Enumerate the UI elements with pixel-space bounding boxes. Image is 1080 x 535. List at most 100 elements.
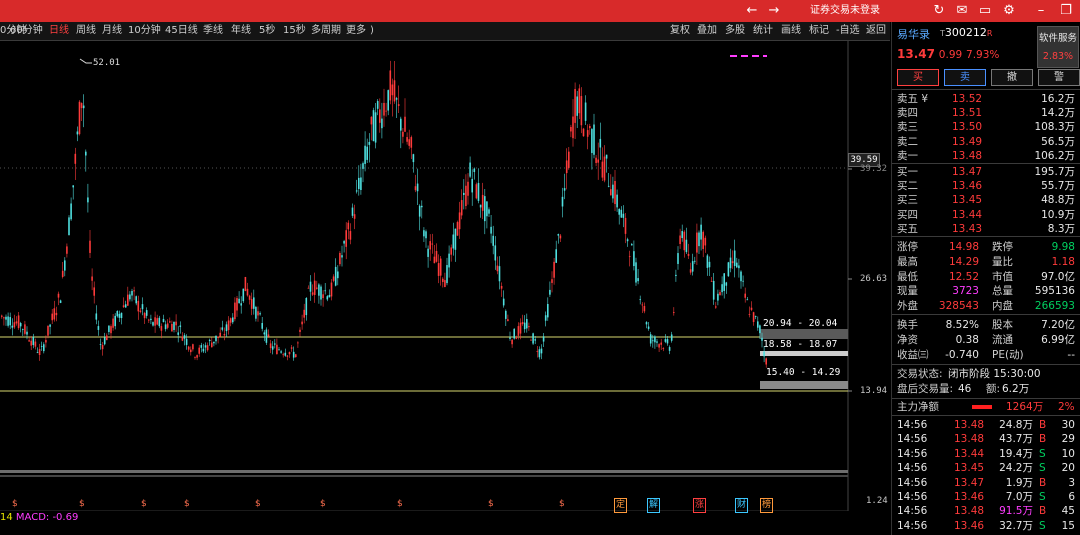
ask-row[interactable]: 卖五 ¥ 13.52 16.2万: [892, 92, 1080, 106]
tool-watchlist[interactable]: -自选: [836, 22, 860, 40]
refresh-icon[interactable]: ↻: [928, 0, 950, 22]
candle-body: [723, 273, 725, 291]
tick-row: 14:56 13.48 43.7万 B 29: [892, 432, 1080, 446]
bid-row[interactable]: 买二 13.46 55.7万: [892, 179, 1080, 193]
period-yearly[interactable]: 年线: [231, 22, 251, 40]
dividend-marker[interactable]: $: [79, 499, 85, 509]
zone-20: [760, 329, 848, 339]
dividend-marker[interactable]: $: [320, 499, 326, 509]
dividend-marker[interactable]: $: [12, 499, 18, 509]
sector-box[interactable]: 软件服务 2.83%: [1037, 26, 1079, 68]
candle-body: [526, 319, 528, 329]
tool-multi-stock[interactable]: 多股: [725, 22, 745, 40]
bid-row[interactable]: 买四 13.44 10.9万: [892, 208, 1080, 222]
candle-body: [400, 118, 402, 131]
kline-chart[interactable]: [0, 41, 890, 511]
period-5sec[interactable]: 5秒: [259, 22, 275, 40]
forward-arrow-icon[interactable]: →: [763, 0, 785, 22]
ask-volume: 16.2万: [1041, 93, 1075, 105]
dividend-marker[interactable]: $: [559, 499, 565, 509]
dividend-marker[interactable]: $: [397, 499, 403, 509]
dividend-marker[interactable]: $: [488, 499, 494, 509]
mail-icon[interactable]: ✉: [951, 0, 973, 22]
event-earnings[interactable]: 财: [735, 498, 749, 513]
candle-body: [5, 316, 7, 320]
stock-name[interactable]: 易华录: [897, 26, 930, 42]
alert-button[interactable]: 警: [1038, 69, 1080, 86]
event-placement[interactable]: 定: [614, 498, 628, 513]
bid-row[interactable]: 买三 13.45 48.8万: [892, 193, 1080, 207]
tool-overlay[interactable]: 叠加: [697, 22, 717, 40]
tick-time: 14:56: [897, 519, 928, 532]
candle-body: [334, 266, 337, 286]
dividend-marker[interactable]: $: [141, 499, 147, 509]
bid-row[interactable]: 买一 13.47 195.7万: [892, 165, 1080, 179]
event-limit-up[interactable]: 涨: [693, 498, 707, 513]
zone-18: [760, 351, 848, 356]
candle-body: [744, 293, 746, 298]
candle-body: [3, 317, 5, 319]
candle-body: [427, 248, 429, 257]
candle-body: [28, 340, 30, 342]
login-status[interactable]: 证券交易未登录: [790, 0, 900, 22]
candle-body: [181, 336, 184, 341]
event-dragon-list[interactable]: 榜: [760, 498, 774, 513]
zone-label-15: 15.40 - 14.29: [766, 367, 841, 378]
candle-body: [444, 280, 446, 288]
period-60min[interactable]: 60分钟: [10, 22, 43, 40]
candle-body: [108, 325, 110, 332]
more-arrow-icon[interactable]: ): [370, 22, 374, 40]
bid-row[interactable]: 买五 13.43 8.3万: [892, 222, 1080, 236]
period-more[interactable]: 更多: [346, 22, 366, 40]
sell-button[interactable]: 卖: [944, 69, 986, 86]
period-10min[interactable]: 10分钟: [128, 22, 161, 40]
trade-status: 交易状态: 闭市阶段 15:30:00: [897, 368, 1041, 380]
candle-body: [389, 70, 392, 101]
tool-draw[interactable]: 画线: [781, 22, 801, 40]
tool-back[interactable]: 返回: [866, 22, 886, 40]
dividend-marker[interactable]: $: [184, 499, 190, 509]
candle-body: [82, 105, 85, 109]
candle-body: [395, 98, 398, 100]
candle-body: [162, 318, 165, 323]
period-daily[interactable]: 日线: [49, 22, 69, 40]
ask-row[interactable]: 卖四 13.51 14.2万: [892, 106, 1080, 120]
back-arrow-icon[interactable]: ←: [741, 0, 763, 22]
candle-body: [582, 128, 585, 137]
period-multi[interactable]: 多周期: [311, 22, 341, 40]
tick-volume: 1.9万: [1005, 476, 1033, 489]
tool-adjust[interactable]: 复权: [670, 22, 690, 40]
ask-row[interactable]: 卖一 13.48 106.2万: [892, 149, 1080, 163]
candle-body: [454, 228, 457, 250]
ask-row[interactable]: 卖二 13.49 56.5万: [892, 135, 1080, 149]
candle-body: [372, 110, 375, 142]
candle-body: [532, 333, 534, 344]
bid-volume: 8.3万: [1047, 222, 1075, 235]
candle-body: [544, 315, 547, 321]
period-weekly[interactable]: 周线: [76, 22, 96, 40]
candle-body: [570, 126, 572, 132]
stat-label: 换手: [897, 319, 918, 331]
main-net-flow[interactable]: 主力净额 1264万 2%: [892, 400, 1080, 414]
event-unlock[interactable]: 解: [647, 498, 661, 513]
buy-button[interactable]: 买: [897, 69, 939, 86]
candle-body: [288, 352, 291, 355]
candle-body: [271, 346, 274, 350]
minimize-icon[interactable]: –: [1030, 0, 1052, 22]
period-15sec[interactable]: 15秒: [283, 22, 306, 40]
display-icon[interactable]: ▭: [974, 0, 996, 22]
period-monthly[interactable]: 月线: [102, 22, 122, 40]
tool-stats[interactable]: 统计: [753, 22, 773, 40]
tool-mark[interactable]: 标记: [809, 22, 829, 40]
period-45day[interactable]: 45日线: [165, 22, 198, 40]
restore-icon[interactable]: ❐: [1055, 0, 1077, 22]
ask-row[interactable]: 卖三 13.50 108.3万: [892, 120, 1080, 134]
dividend-marker[interactable]: $: [255, 499, 261, 509]
cancel-order-button[interactable]: 撤: [991, 69, 1033, 86]
gear-icon[interactable]: ⚙: [998, 0, 1020, 22]
candle-body: [261, 323, 263, 329]
period-quarterly[interactable]: 季线: [203, 22, 223, 40]
candle-body: [654, 336, 656, 343]
stat-value: 328543: [938, 300, 979, 313]
candle-body: [691, 261, 694, 272]
